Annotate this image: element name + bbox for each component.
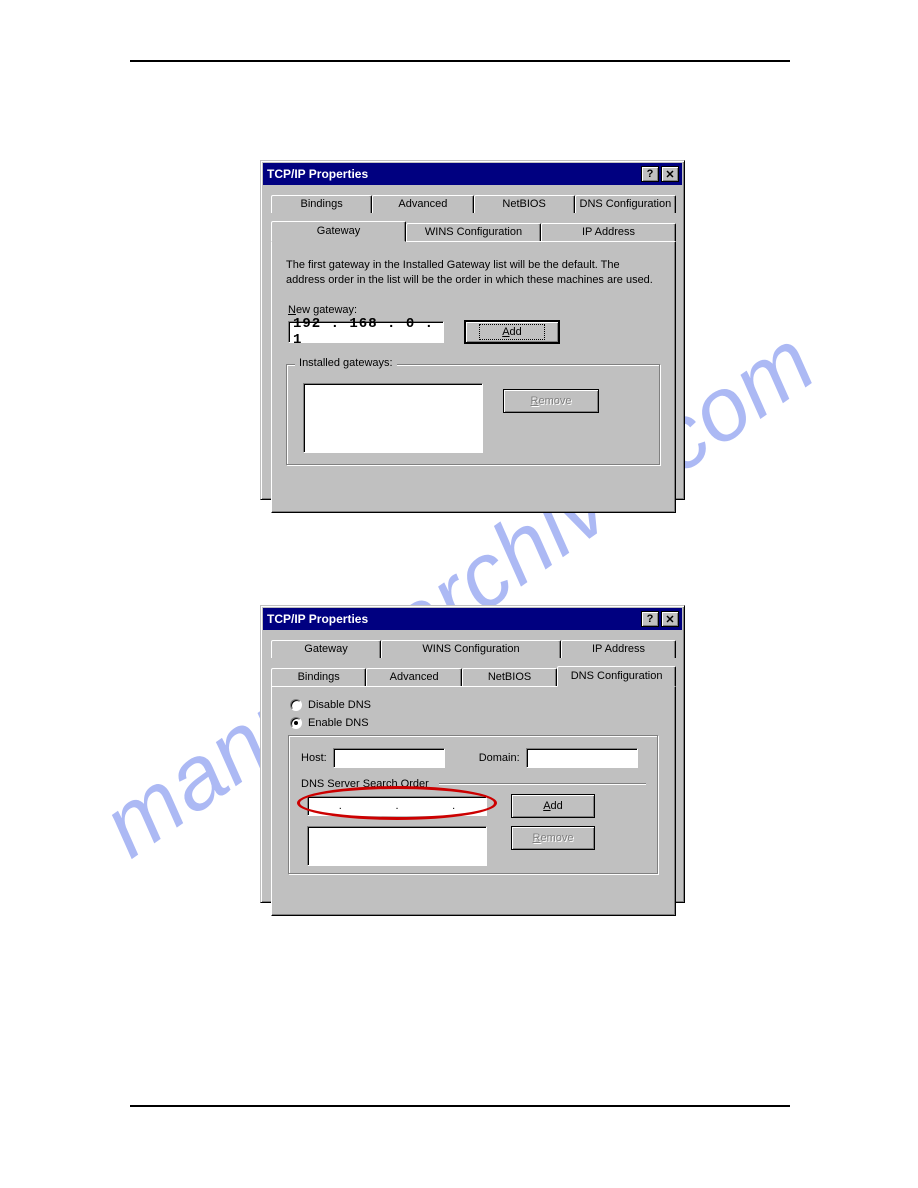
tab-bindings[interactable]: Bindings <box>271 668 366 686</box>
close-button[interactable]: ✕ <box>661 166 679 182</box>
dns-settings-frame: Host: Domain: DNS Server Search Order ..… <box>288 735 659 875</box>
tab-ip-address[interactable]: IP Address <box>541 223 676 241</box>
radio-icon <box>290 699 302 711</box>
new-gateway-input[interactable]: 192 . 168 . 0 . 1 <box>288 321 444 343</box>
domain-input[interactable] <box>526 748 638 768</box>
gateway-tab-panel: The first gateway in the Installed Gatew… <box>271 241 676 513</box>
tab-row-back: Bindings Advanced NetBIOS DNS Configurat… <box>271 193 676 213</box>
dns-server-list[interactable] <box>307 826 487 866</box>
dns-server-input[interactable]: ... <box>307 796 487 816</box>
tab-wins-configuration[interactable]: WINS Configuration <box>406 223 541 241</box>
close-button[interactable]: ✕ <box>661 611 679 627</box>
host-label: Host: <box>301 752 327 764</box>
tcpip-properties-dialog-dns: TCP/IP Properties ? ✕ Gateway WINS Confi… <box>260 605 685 903</box>
tab-gateway[interactable]: Gateway <box>271 640 381 658</box>
disable-dns-row[interactable]: Disable DNS <box>290 699 663 711</box>
tab-ip-address[interactable]: IP Address <box>561 640 676 658</box>
disable-dns-label: Disable DNS <box>308 699 371 711</box>
help-button[interactable]: ? <box>641 611 659 627</box>
installed-gateways-label: Installed gateways: <box>295 357 397 369</box>
divider <box>439 783 646 785</box>
remove-gateway-button[interactable]: Remove <box>503 389 599 413</box>
dialog-title: TCP/IP Properties <box>267 167 639 181</box>
enable-dns-row[interactable]: Enable DNS <box>290 717 663 729</box>
titlebar: TCP/IP Properties ? ✕ <box>263 608 682 630</box>
tab-row-front: Gateway WINS Configuration IP Address <box>271 221 676 241</box>
dns-search-order-label: DNS Server Search Order <box>301 778 435 790</box>
new-gateway-label: New gateway: <box>288 304 663 316</box>
tab-row-back: Gateway WINS Configuration IP Address <box>271 638 676 658</box>
installed-gateways-list[interactable] <box>303 383 483 453</box>
tcpip-properties-dialog-gateway: TCP/IP Properties ? ✕ Bindings Advanced … <box>260 160 685 500</box>
gateway-help-text: The first gateway in the Installed Gatew… <box>286 258 661 288</box>
tab-row-front: Bindings Advanced NetBIOS DNS Configurat… <box>271 666 676 686</box>
tab-bindings[interactable]: Bindings <box>271 195 372 213</box>
dns-tab-panel: Disable DNS Enable DNS Host: Domain: DNS… <box>271 686 676 916</box>
titlebar: TCP/IP Properties ? ✕ <box>263 163 682 185</box>
enable-dns-label: Enable DNS <box>308 717 369 729</box>
tab-dns-configuration[interactable]: DNS Configuration <box>557 666 676 687</box>
installed-gateways-group: Installed gateways: Remove <box>286 364 661 466</box>
tab-advanced[interactable]: Advanced <box>366 668 461 686</box>
domain-label: Domain: <box>479 752 520 764</box>
tab-dns-configuration[interactable]: DNS Configuration <box>575 195 676 213</box>
page-top-rule <box>130 60 790 62</box>
page-bottom-rule <box>130 1105 790 1107</box>
tab-wins-configuration[interactable]: WINS Configuration <box>381 640 561 658</box>
host-input[interactable] <box>333 748 445 768</box>
radio-icon <box>290 717 302 729</box>
dialog-title: TCP/IP Properties <box>267 612 639 626</box>
tab-advanced[interactable]: Advanced <box>372 195 473 213</box>
remove-dns-button[interactable]: Remove <box>511 826 595 850</box>
tab-netbios[interactable]: NetBIOS <box>474 195 575 213</box>
help-button[interactable]: ? <box>641 166 659 182</box>
tab-gateway[interactable]: Gateway <box>271 221 406 242</box>
add-dns-button[interactable]: Add <box>511 794 595 818</box>
add-gateway-button[interactable]: Add <box>464 320 560 344</box>
tab-netbios[interactable]: NetBIOS <box>462 668 557 686</box>
